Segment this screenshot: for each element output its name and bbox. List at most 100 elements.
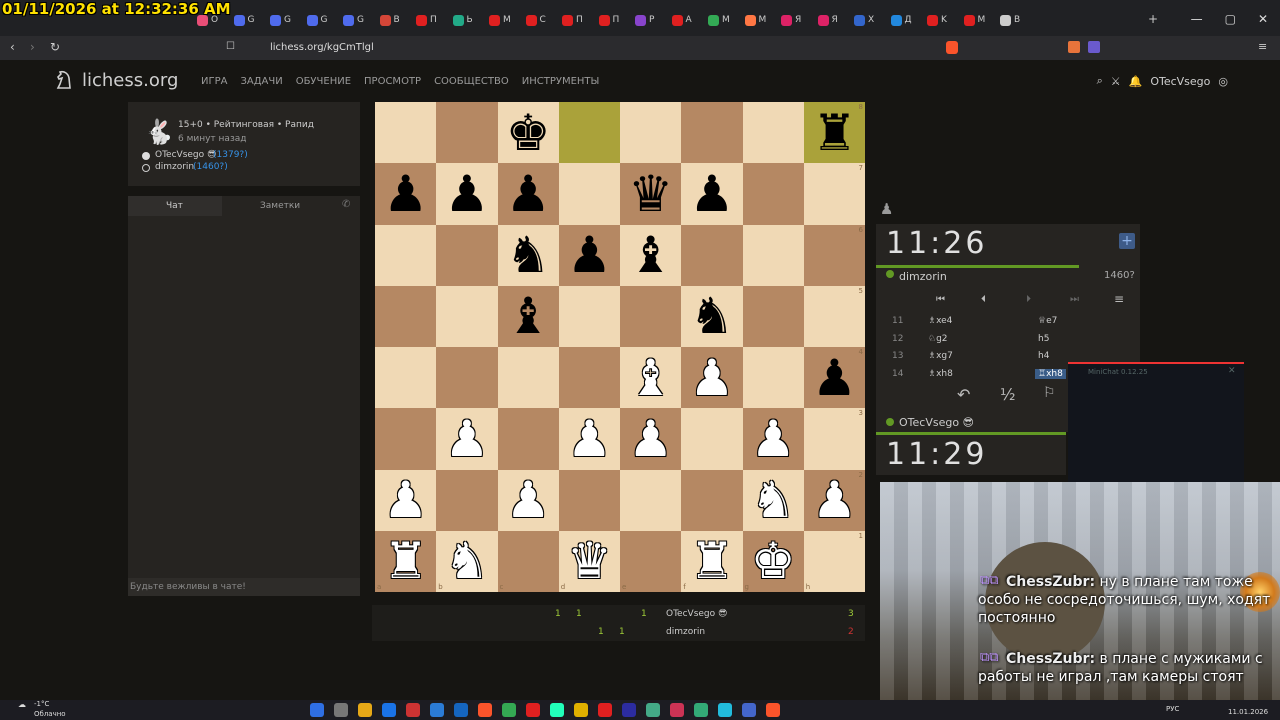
square-e3[interactable]: ♟ [620,408,682,470]
square-h3[interactable]: 3 [803,408,865,470]
browser-tab[interactable]: M [744,8,775,32]
white-pawn-icon[interactable]: ♟ [383,475,428,525]
add-time-icon[interactable]: + [1119,233,1135,249]
black-rook-icon[interactable]: ♜ [812,108,857,158]
black-pawn-icon[interactable]: ♟ [567,230,612,280]
taskbar-app-icon[interactable] [694,703,708,717]
square-d1[interactable]: ♛ d [558,530,620,592]
black-bishop-icon[interactable]: ♝ [506,291,551,341]
nav-item-play[interactable]: ИГРА [201,76,227,87]
taskbar-app-icon[interactable] [646,703,660,717]
tab-notes[interactable]: Заметки [260,201,300,211]
nav-item-tools[interactable]: ИНСТРУМЕНТЫ [522,76,600,87]
taskbar-app-icon[interactable] [766,703,780,717]
white-pawn-icon[interactable]: ♟ [567,414,612,464]
black-pawn-icon[interactable]: ♟ [812,353,857,403]
challenge-icon[interactable]: ⚔ [1111,75,1121,88]
phone-icon[interactable]: ✆ [342,199,350,210]
square-h5[interactable]: 5 [803,285,865,347]
menu-icon[interactable]: ≡ [1114,292,1124,306]
taskbar-app-icon[interactable] [718,703,732,717]
black-move[interactable]: ♕e7 [1038,316,1057,326]
taskbar-app-icon[interactable] [334,703,348,717]
square-e2[interactable] [620,469,682,531]
white-move[interactable]: ♗xe4 [928,316,952,326]
white-rook-icon[interactable]: ♜ [689,536,734,586]
browser-tab[interactable]: В [1000,8,1030,32]
square-b6[interactable] [436,224,498,286]
browser-tab[interactable]: G [306,8,337,32]
browser-tab[interactable]: П [562,8,592,32]
square-e6[interactable]: ♝ [620,224,682,286]
browser-tab[interactable]: G [270,8,300,32]
square-h6[interactable]: 6 [803,224,865,286]
taskbar-app-icon[interactable] [574,703,588,717]
square-f2[interactable] [681,469,743,531]
square-c7[interactable]: ♟ [497,163,559,225]
next-move-icon[interactable]: ⏵ [1026,294,1031,305]
square-h1[interactable]: 1h [803,530,865,592]
black-knight-icon[interactable]: ♞ [506,230,551,280]
square-e1[interactable]: e [620,530,682,592]
taskbar-app-icon[interactable] [742,703,756,717]
offer-draw-button[interactable]: ½ [1000,385,1016,404]
square-c2[interactable]: ♟ [497,469,559,531]
square-c4[interactable] [497,347,559,409]
site-logo[interactable]: lichess.org [52,68,178,92]
square-g6[interactable] [742,224,804,286]
browser-tab[interactable]: Ь [452,8,483,32]
browser-tab[interactable]: Д [890,8,921,32]
square-f3[interactable] [681,408,743,470]
extension-icon[interactable] [1068,41,1080,53]
taskbar-app-icon[interactable] [526,703,540,717]
square-b4[interactable] [436,347,498,409]
square-d5[interactable] [558,285,620,347]
forward-icon[interactable]: › [30,40,35,54]
square-f1[interactable]: ♜ f [681,530,743,592]
square-a5[interactable] [375,285,437,347]
brave-shield-icon[interactable] [946,41,958,54]
white-pawn-icon[interactable]: ♟ [628,414,673,464]
browser-tab[interactable]: П [416,8,446,32]
nav-item-community[interactable]: СООБЩЕСТВО [434,76,509,87]
square-h8[interactable]: ♜ 8 [803,102,865,164]
first-move-icon[interactable]: ⏮ [936,294,945,305]
browser-tab[interactable]: P [635,8,665,32]
square-b2[interactable] [436,469,498,531]
takeback-icon[interactable]: ↶ [957,385,970,404]
lang-indicator[interactable]: РУС [1166,705,1179,713]
taskbar-app-icon[interactable] [478,703,492,717]
square-g8[interactable] [742,102,804,164]
white-move[interactable]: ♘g2 [928,334,948,344]
black-move[interactable]: ♖xh8 [1035,368,1066,379]
black-bishop-icon[interactable]: ♝ [628,230,673,280]
square-b8[interactable] [436,102,498,164]
url-input[interactable]: lichess.org/kgCmTlgl [270,42,374,53]
white-player[interactable]: OTecVsego 😎 [155,150,216,160]
square-d2[interactable] [558,469,620,531]
square-c8[interactable]: ♚ [497,102,559,164]
white-pawn-icon[interactable]: ♟ [444,414,489,464]
taskbar-app-icon[interactable] [382,703,396,717]
resign-flag-icon[interactable]: ⚐ [1043,385,1056,401]
square-a3[interactable] [375,408,437,470]
bell-icon[interactable]: 🔔 [1129,75,1143,88]
black-king-icon[interactable]: ♚ [506,108,551,158]
square-c3[interactable] [497,408,559,470]
bookmark-icon[interactable]: ☐ [226,41,235,52]
extension-icon[interactable] [1088,41,1100,53]
chess-board[interactable]: ♚ ♜ 8 ♟ ♟ ♟ ♛ ♟ 7 ♞ ♟ ♝ 6 ♝ ♞ 5 ♝ ♟ ♟ 4 ♟ ♟ ♟ ♟ 3 ♟ ♟ ♞ ♟ 2 ♜ a ♞ b c ♛ d e ♜ f… [375,102,865,592]
white-bishop-icon[interactable]: ♝ [628,353,673,403]
square-f6[interactable] [681,224,743,286]
black-pawn-icon[interactable]: ♟ [444,169,489,219]
square-g4[interactable] [742,347,804,409]
square-b1[interactable]: ♞ b [436,530,498,592]
browser-tab[interactable]: M [963,8,994,32]
white-move[interactable]: ♗xg7 [928,351,953,361]
white-rook-icon[interactable]: ♜ [383,536,428,586]
new-tab-button[interactable]: + [1148,12,1158,26]
browser-tab[interactable]: M [489,8,519,32]
white-queen-icon[interactable]: ♛ [567,536,612,586]
browser-tab[interactable]: M [708,8,738,32]
square-e5[interactable] [620,285,682,347]
